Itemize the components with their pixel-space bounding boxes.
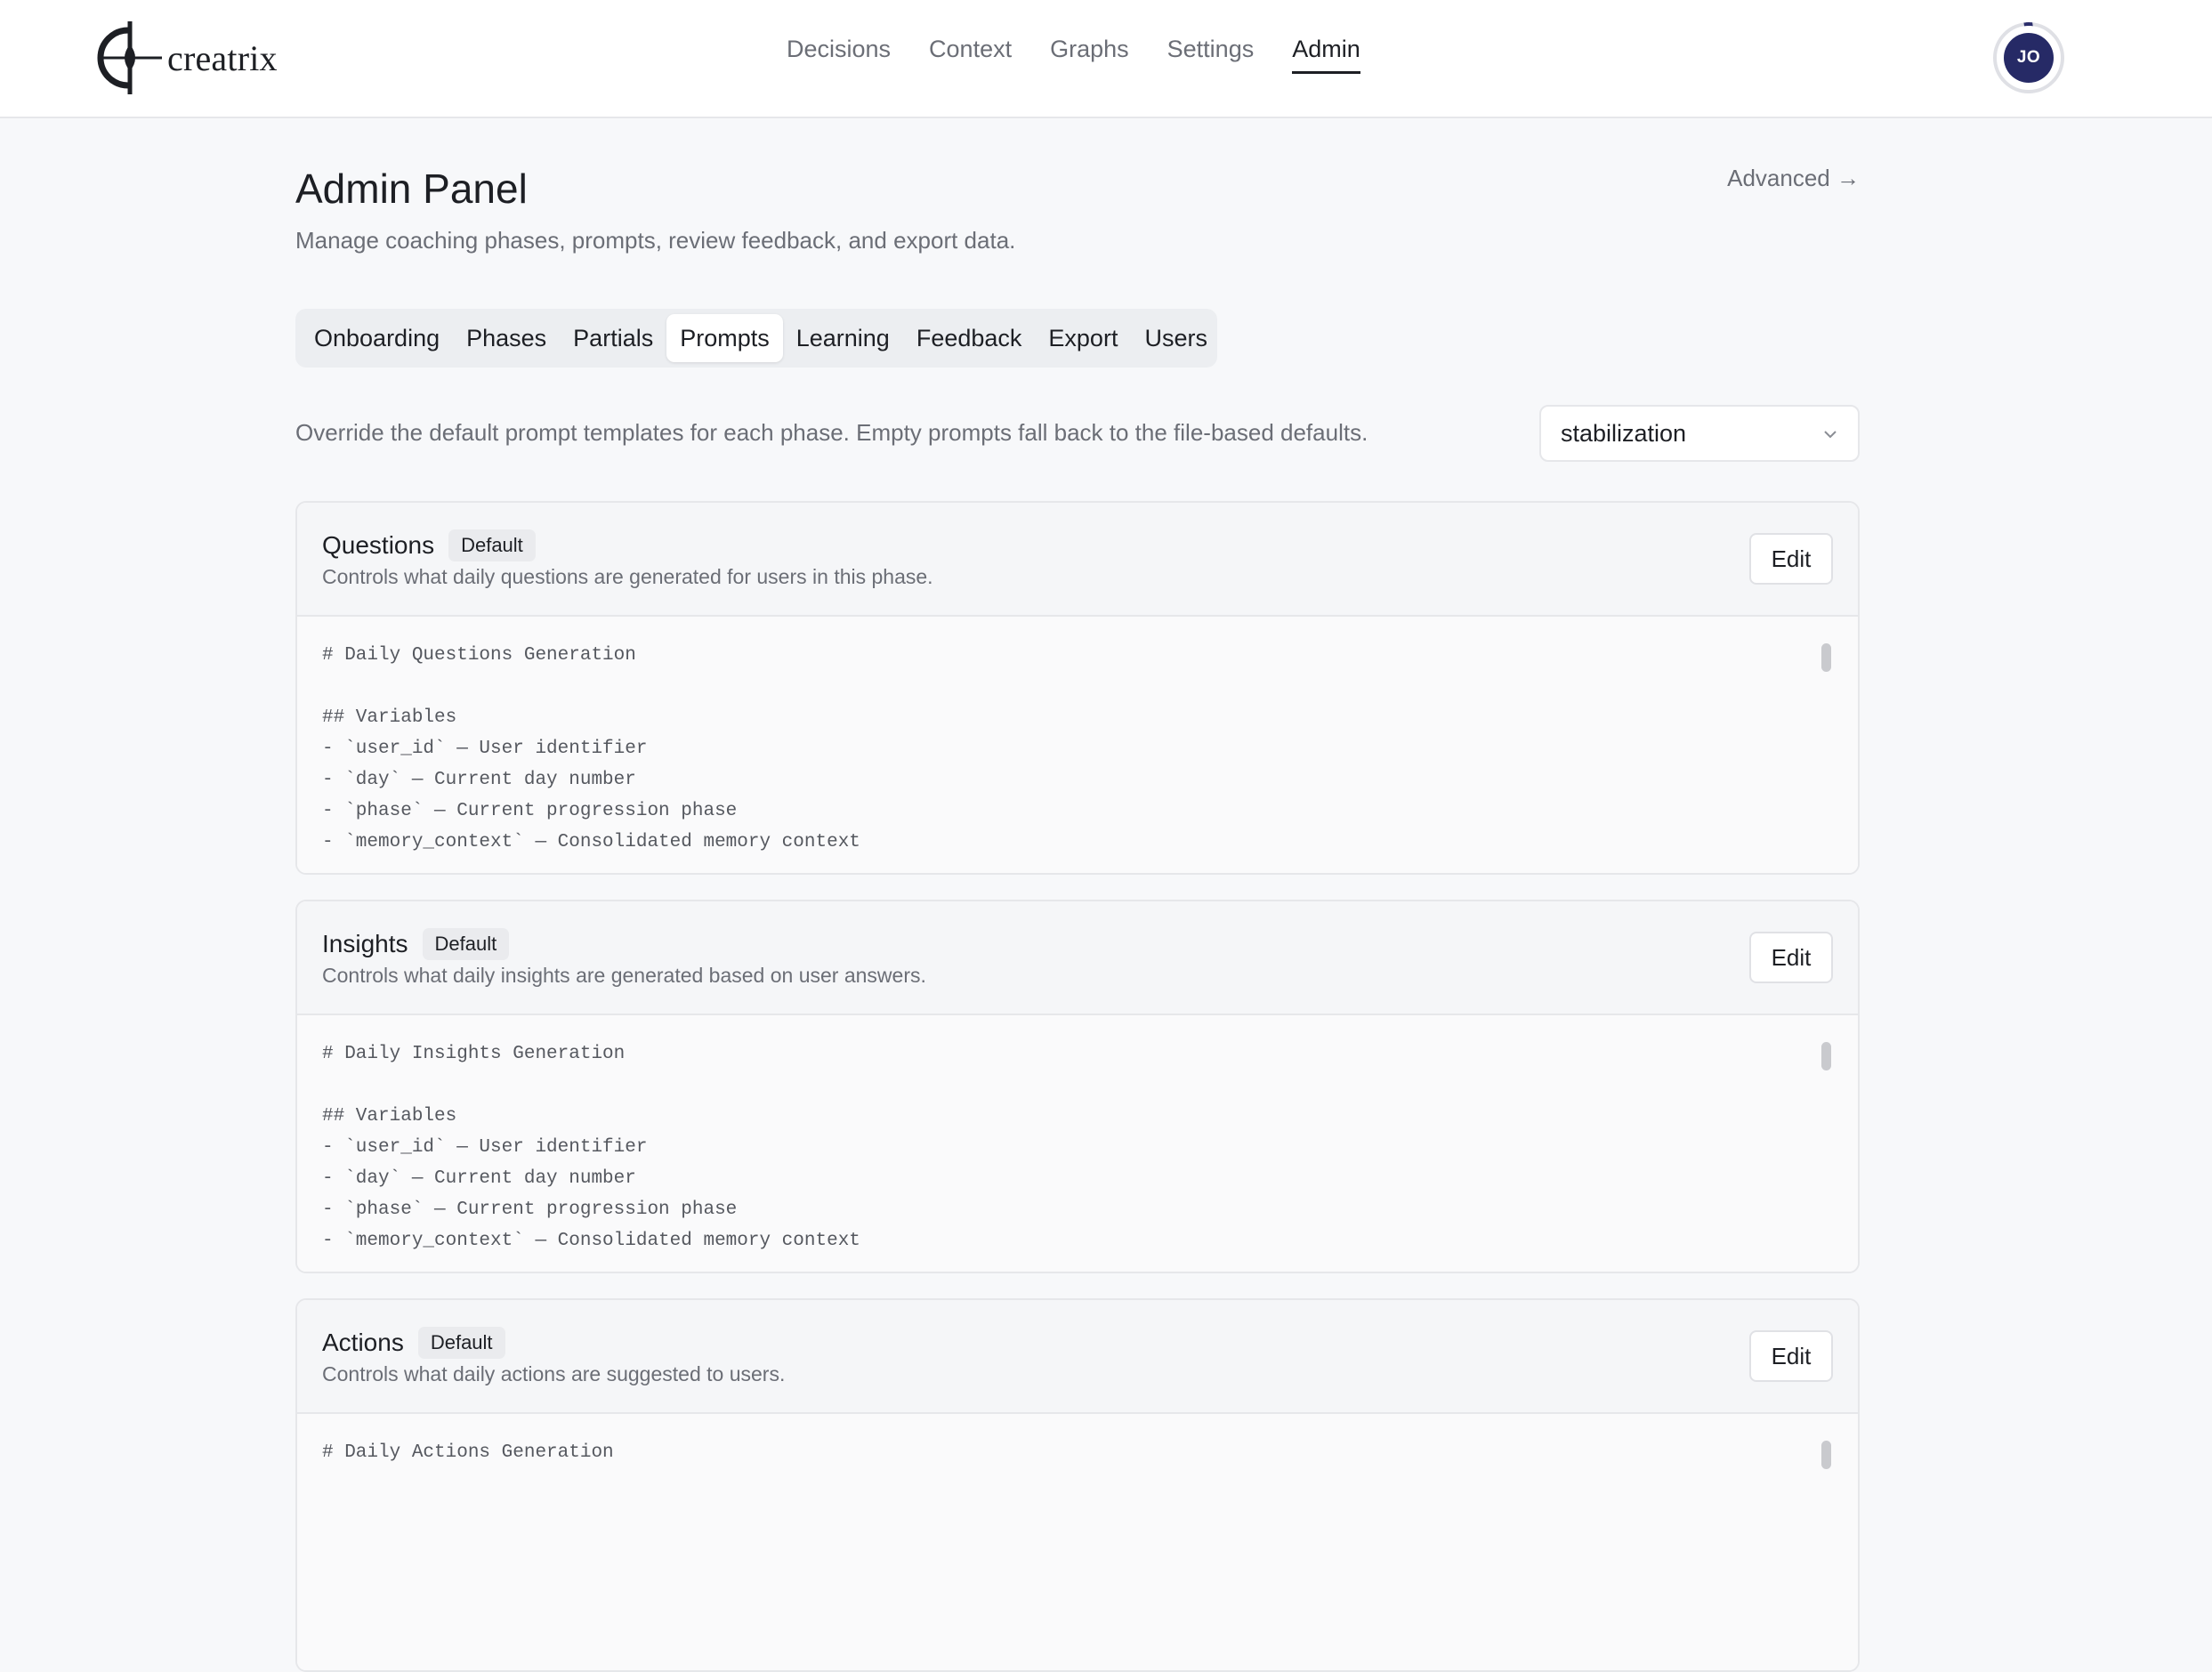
card-header: Insights Default Controls what daily ins… — [297, 901, 1858, 1015]
edit-button[interactable]: Edit — [1749, 533, 1833, 585]
prompt-code: # Daily Questions Generation ## Variable… — [322, 645, 860, 852]
tab-phases[interactable]: Phases — [453, 314, 560, 362]
nav-settings[interactable]: Settings — [1167, 36, 1255, 74]
nav-graphs[interactable]: Graphs — [1050, 36, 1129, 74]
user-avatar-ring[interactable]: JO — [1993, 22, 2064, 93]
prompts-description: Override the default prompt templates fo… — [295, 419, 1368, 446]
prompt-card-insights: Insights Default Controls what daily ins… — [295, 900, 1860, 1273]
edit-button[interactable]: Edit — [1749, 1330, 1833, 1382]
logo-text: creatrix — [167, 37, 278, 78]
scrollbar-thumb[interactable] — [1821, 643, 1831, 672]
status-badge: Default — [448, 529, 536, 561]
card-title-text: Insights — [322, 930, 408, 957]
chevron-down-icon — [1824, 431, 1837, 439]
prompt-code: # Daily Insights Generation ## Variables… — [322, 1044, 860, 1251]
page-subtitle: Manage coaching phases, prompts, review … — [295, 227, 1016, 254]
admin-tabs: Onboarding Phases Partials Prompts Learn… — [295, 309, 1217, 368]
prompt-card-actions: Actions Default Controls what daily acti… — [295, 1298, 1860, 1672]
card-header: Questions Default Controls what daily qu… — [297, 503, 1858, 617]
card-title-text: Actions — [322, 1329, 404, 1356]
main-nav: Decisions Context Graphs Settings Admin — [787, 36, 1399, 74]
tab-users[interactable]: Users — [1131, 314, 1221, 362]
card-subtitle: Controls what daily insights are generat… — [322, 964, 926, 987]
scrollbar-thumb[interactable] — [1821, 1441, 1831, 1469]
card-title: Actions Default — [322, 1327, 505, 1359]
status-badge: Default — [422, 928, 510, 960]
tab-partials[interactable]: Partials — [560, 314, 666, 362]
card-title-text: Questions — [322, 531, 435, 559]
card-header: Actions Default Controls what daily acti… — [297, 1300, 1858, 1414]
nav-admin[interactable]: Admin — [1292, 36, 1360, 74]
top-navigation-bar: creatrix Decisions Context Graphs Settin… — [0, 0, 2212, 118]
nav-context[interactable]: Context — [929, 36, 1012, 74]
tab-onboarding[interactable]: Onboarding — [301, 314, 453, 362]
tab-prompts[interactable]: Prompts — [666, 314, 783, 362]
prompt-code-area[interactable]: # Daily Questions Generation ## Variable… — [297, 617, 1858, 873]
logo[interactable]: creatrix — [89, 20, 278, 96]
card-title: Questions Default — [322, 529, 536, 561]
avatar[interactable]: JO — [2004, 33, 2054, 83]
card-subtitle: Controls what daily questions are genera… — [322, 565, 933, 588]
prompt-card-questions: Questions Default Controls what daily qu… — [295, 501, 1860, 875]
card-subtitle: Controls what daily actions are suggeste… — [322, 1362, 786, 1385]
tab-export[interactable]: Export — [1035, 314, 1131, 362]
creatrix-logo-icon — [97, 21, 162, 94]
edit-button[interactable]: Edit — [1749, 932, 1833, 983]
status-badge: Default — [417, 1327, 505, 1359]
scrollbar-thumb[interactable] — [1821, 1042, 1831, 1070]
prompt-code-area[interactable]: # Daily Actions Generation — [297, 1414, 1858, 1670]
prompt-code-area[interactable]: # Daily Insights Generation ## Variables… — [297, 1015, 1858, 1272]
prompt-code: # Daily Actions Generation — [322, 1442, 614, 1463]
tab-learning[interactable]: Learning — [783, 314, 903, 362]
nav-decisions[interactable]: Decisions — [787, 36, 891, 74]
phase-select-value: stabilization — [1561, 419, 1687, 447]
tab-feedback[interactable]: Feedback — [903, 314, 1036, 362]
phase-select[interactable]: stabilization — [1539, 405, 1860, 462]
advanced-link[interactable]: Advanced → — [1727, 165, 1860, 192]
page-title: Admin Panel — [295, 166, 528, 212]
card-title: Insights Default — [322, 928, 510, 960]
